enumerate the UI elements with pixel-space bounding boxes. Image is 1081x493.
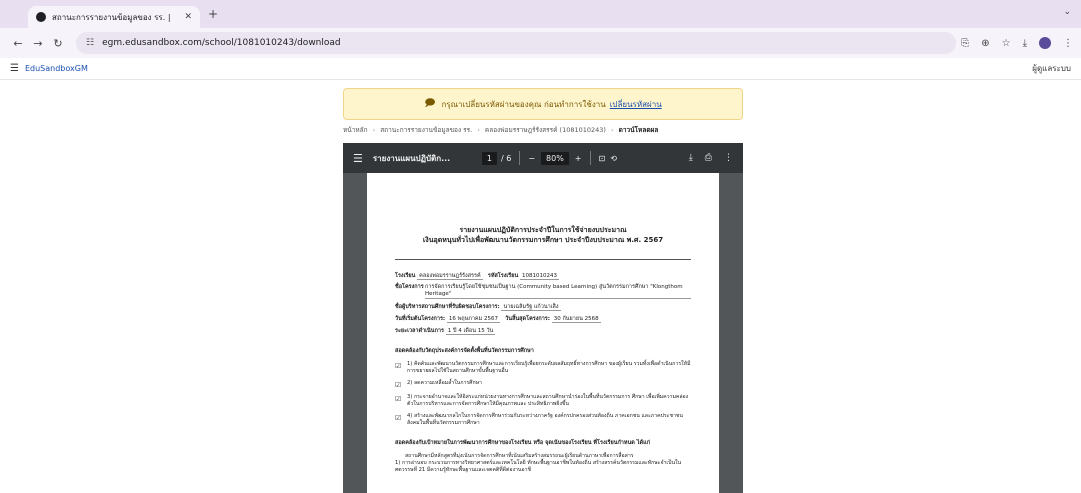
tab-title: สถานะการรายงานข้อมูลของ รร. | bbox=[52, 12, 171, 22]
user-menu[interactable]: ผู้ดูแลระบบ bbox=[1032, 62, 1071, 75]
objective-text: 1) คิดค้นและพัฒนานวัตกรรมการศึกษาและการเ… bbox=[407, 361, 691, 374]
url-text: egm.edusandbox.com/school/1081010243/dow… bbox=[102, 38, 341, 48]
forward-button[interactable]: → bbox=[28, 37, 48, 50]
duration-row: ระยะเวลาดำเนินการ 1 ปี 4 เดือน 15 วัน bbox=[395, 327, 691, 335]
favicon-icon bbox=[36, 12, 46, 22]
bookmark-star-icon[interactable]: ☆ bbox=[1002, 38, 1011, 49]
project-row: ชื่อโครงการ การจัดการเรียนรู้โดยใช้ชุมชน… bbox=[395, 284, 691, 299]
objective-item: ☑ 3) กระจายอำนาจและให้อิสระแก่หน่วยงานทา… bbox=[395, 394, 691, 408]
page-separator: / bbox=[500, 153, 504, 163]
notice-text: กรุณาเปลี่ยนรหัสผ่านของคุณ ก่อนทำการใช้ง… bbox=[441, 99, 606, 109]
code-label: รหัสโรงเรียน bbox=[487, 273, 519, 279]
admin-label: ชื่อผู้บริหารสถานศึกษาที่รับผิดชอบโครงกา… bbox=[395, 304, 500, 310]
toolbar-divider bbox=[589, 151, 591, 165]
objective-text: 2) ลดความเหลื่อมล้ำในการศึกษา bbox=[407, 380, 482, 386]
site-info-icon[interactable]: ☷ bbox=[86, 38, 94, 48]
checkbox-checked-icon: ☑ bbox=[395, 362, 402, 370]
print-icon[interactable]: ⎙ bbox=[705, 153, 712, 163]
download-icon[interactable]: ⤓ bbox=[1023, 38, 1027, 49]
dates-row: วันที่เริ่มต้นโครงการ: 16 พฤษภาคม 2567 ว… bbox=[395, 315, 691, 323]
brand-link[interactable]: EduSandboxGM bbox=[25, 64, 88, 73]
browser-toolbar: ← → ↻ ☷ egm.edusandbox.com/school/108101… bbox=[0, 28, 1081, 58]
pdf-viewer: ☰ รายงานแผนปฏิบัติก... 1 / 6 − 80% + ⊡ ⟲… bbox=[343, 143, 743, 493]
hamburger-icon[interactable]: ☰ bbox=[10, 63, 19, 74]
breadcrumb-current: ดาวน์โหลดผล bbox=[618, 126, 659, 134]
pdf-download-icon[interactable]: ⤓ bbox=[689, 153, 693, 163]
duration-label: ระยะเวลาดำเนินการ bbox=[395, 328, 444, 334]
project-value: การจัดการเรียนรู้โดยใช้ชุมชนเป็นฐาน (Com… bbox=[425, 284, 691, 299]
toolbar-divider bbox=[519, 151, 521, 165]
section-goals: สอดคล้องกับเป้าหมายในการพัฒนาการศึกษาของ… bbox=[395, 440, 650, 446]
address-bar[interactable]: ☷ egm.edusandbox.com/school/1081010243/d… bbox=[76, 32, 956, 54]
kebab-menu-icon[interactable]: ⋮ bbox=[1063, 38, 1073, 49]
breadcrumb-home[interactable]: หน้าหลัก bbox=[343, 126, 368, 134]
breadcrumb-school[interactable]: คลองพ่อมรราษฎร์รังสรรค์ (1081010243) bbox=[485, 126, 606, 134]
objective-item: ☑ 2) ลดความเหลื่อมล้ำในการศึกษา bbox=[395, 380, 691, 389]
browser-tabstrip: สถานะการรายงานข้อมูลของ รร. | ✕ + ⌄ bbox=[0, 0, 1081, 28]
breadcrumb-separator: › bbox=[610, 126, 614, 134]
zoom-level-input[interactable]: 80% bbox=[541, 151, 569, 165]
breadcrumb-status[interactable]: สถานะการรายงานข้อมูลของ รร. bbox=[380, 126, 472, 134]
profile-avatar[interactable] bbox=[1039, 37, 1051, 49]
pdf-toolbar: ☰ รายงานแผนปฏิบัติก... 1 / 6 − 80% + ⊡ ⟲… bbox=[343, 143, 743, 173]
pdf-more-icon[interactable]: ⋮ bbox=[724, 153, 733, 163]
project-label: ชื่อโครงการ bbox=[395, 284, 424, 290]
school-label: โรงเรียน bbox=[395, 273, 416, 279]
objective-text: 3) กระจายอำนาจและให้อิสระแก่หน่วยงานทางก… bbox=[407, 394, 689, 407]
change-password-link[interactable]: เปลี่ยนรหัสผ่าน bbox=[610, 98, 662, 111]
end-label: วันสิ้นสุดโครงการ: bbox=[505, 316, 550, 322]
page-number-input[interactable]: 1 bbox=[481, 151, 497, 165]
school-row: โรงเรียน คลองพ่อมรราษฎร์รังสรรค์ รหัสโรง… bbox=[395, 272, 691, 280]
goal-paragraph: สถานศึกษามีหลักสูตรที่มุ่งเน้นการจัดการศ… bbox=[405, 453, 634, 459]
checkbox-checked-icon: ☑ bbox=[395, 395, 402, 403]
page-total: 6 bbox=[506, 153, 512, 163]
breadcrumb: หน้าหลัก › สถานะการรายงานข้อมูลของ รร. › คลอ… bbox=[343, 125, 658, 135]
admin-value: นายเฉลิมรัฐ แก้วนาเส็ง bbox=[501, 304, 561, 311]
close-tab-icon[interactable]: ✕ bbox=[184, 12, 192, 22]
doc-title-line2: เงินอุดหนุนทั่วไปเพื่อพัฒนานวัตกรรมการศึ… bbox=[422, 236, 664, 244]
reload-button[interactable]: ↻ bbox=[48, 37, 68, 50]
pdf-page: รายงานแผนปฏิบัติการประจำปีในการใช้จ่ายงบ… bbox=[367, 173, 719, 493]
section-objectives: สอดคล้องกับวัตถุประสงค์การจัดตั้งพื้นที่… bbox=[395, 348, 534, 354]
rotate-icon[interactable]: ⟲ bbox=[610, 154, 617, 163]
start-value: 16 พฤษภาคม 2567 bbox=[446, 316, 500, 323]
checkbox-checked-icon: ☑ bbox=[395, 381, 402, 389]
code-value: 1081010243 bbox=[519, 273, 559, 280]
zoom-icon[interactable]: ⊕ bbox=[981, 38, 989, 49]
breadcrumb-separator: › bbox=[372, 126, 376, 134]
admin-row: ชื่อผู้บริหารสถานศึกษาที่รับผิดชอบโครงกา… bbox=[395, 303, 691, 311]
zoom-out-icon[interactable]: − bbox=[528, 154, 535, 163]
pdf-menu-icon[interactable]: ☰ bbox=[353, 152, 363, 165]
goal-item: 1) การอ่านจบ กระบวนการทางวิทยาศาสตร์และเ… bbox=[395, 460, 682, 473]
doc-title-line1: รายงานแผนปฏิบัติการประจำปีในการใช้จ่ายงบ… bbox=[459, 226, 627, 234]
end-value: 30 กันยายน 2568 bbox=[551, 316, 601, 323]
fit-page-icon[interactable]: ⊡ bbox=[599, 154, 606, 163]
duration-value: 1 ปี 4 เดือน 15 วัน bbox=[445, 328, 496, 335]
pdf-doc-title: รายงานแผนปฏิบัติก... bbox=[372, 153, 451, 163]
objective-item: ☑ 1) คิดค้นและพัฒนานวัตกรรมการศึกษาและกา… bbox=[395, 361, 691, 375]
breadcrumb-separator: › bbox=[477, 126, 480, 134]
tab-search-icon[interactable]: ⌄ bbox=[1063, 7, 1071, 17]
browser-tab[interactable]: สถานะการรายงานข้อมูลของ รร. | ✕ bbox=[28, 6, 200, 28]
app-header: ☰ EduSandboxGM ผู้ดูแลระบบ bbox=[0, 58, 1081, 80]
password-notice: 🗩 กรุณาเปลี่ยนรหัสผ่านของคุณ ก่อนทำการใช… bbox=[343, 88, 743, 120]
checkbox-checked-icon: ☑ bbox=[395, 414, 402, 422]
translate-icon[interactable]: ⎘ bbox=[961, 38, 969, 49]
zoom-in-icon[interactable]: + bbox=[575, 154, 582, 163]
objective-text: 4) สร้างและพัฒนากลไกในการจัดการศึกษาร่วม… bbox=[407, 413, 683, 426]
message-icon: 🗩 bbox=[424, 97, 436, 109]
back-button[interactable]: ← bbox=[8, 37, 28, 50]
divider bbox=[395, 259, 691, 260]
new-tab-button[interactable]: + bbox=[208, 7, 218, 21]
objective-item: ☑ 4) สร้างและพัฒนากลไกในการจัดการศึกษาร่… bbox=[395, 413, 691, 427]
start-label: วันที่เริ่มต้นโครงการ: bbox=[395, 316, 446, 322]
school-value: คลองพ่อมรราษฎร์รังสรรค์ bbox=[417, 273, 483, 280]
